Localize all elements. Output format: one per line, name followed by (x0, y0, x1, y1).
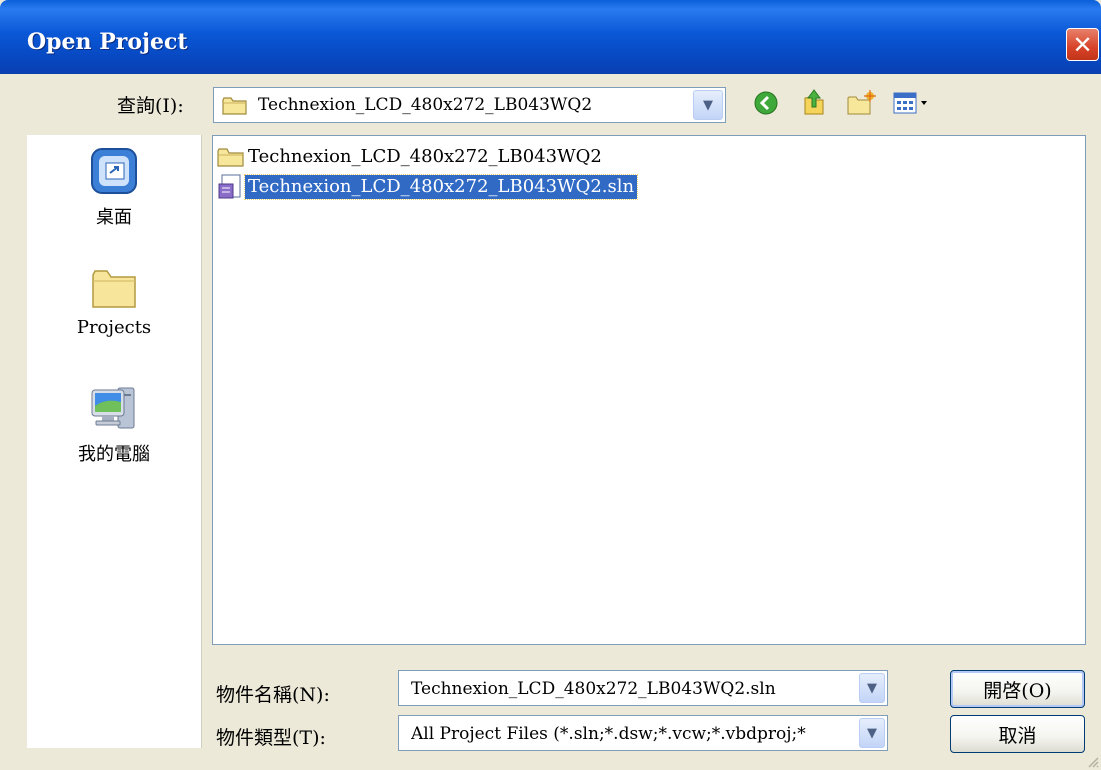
solution-file-icon (218, 174, 241, 199)
new-folder-icon[interactable] (846, 90, 876, 116)
file-type-dropdown[interactable]: All Project Files (*.sln;*.dsw;*.vcw;*.v… (398, 715, 888, 751)
back-icon[interactable] (754, 91, 778, 115)
place-desktop[interactable]: 桌面 (27, 145, 201, 229)
desktop-icon (91, 148, 137, 194)
file-name-label: 物件名稱(N): (216, 684, 330, 706)
file-name: Technexion_LCD_480x272_LB043WQ2 (248, 146, 602, 167)
open-button[interactable]: 開啓(O) (950, 670, 1085, 708)
chevron-down-icon: ▼ (867, 680, 877, 696)
place-projects[interactable]: Projects (27, 267, 201, 338)
file-type-label: 物件類型(T): (216, 727, 326, 749)
file-type-dropdown-arrow[interactable]: ▼ (859, 718, 885, 748)
place-label-desktop: 桌面 (96, 207, 132, 228)
folder-icon (217, 148, 244, 167)
file-name-value: Technexion_LCD_480x272_LB043WQ2.sln (411, 679, 776, 699)
look-in-value: Technexion_LCD_480x272_LB043WQ2 (258, 95, 593, 115)
file-name: Technexion_LCD_480x272_LB043WQ2.sln (243, 174, 639, 200)
close-button[interactable]: ✕ (1066, 28, 1099, 61)
cancel-button[interactable]: 取消 (950, 715, 1085, 753)
my-computer-icon (91, 387, 135, 429)
title-bar[interactable]: Open Project ✕ (0, 0, 1101, 74)
look-in-dropdown[interactable]: Technexion_LCD_480x272_LB043WQ2 ▼ (213, 87, 726, 123)
folder-icon (92, 270, 136, 308)
chevron-down-icon: ▼ (867, 725, 877, 741)
look-in-label: 查詢(I): (117, 95, 184, 117)
chevron-down-icon: ▼ (703, 97, 713, 113)
list-item-selected[interactable]: Technexion_LCD_480x272_LB043WQ2.sln (217, 174, 639, 200)
resize-grip[interactable] (1087, 756, 1099, 768)
place-label-projects: Projects (76, 317, 152, 338)
list-item[interactable]: Technexion_LCD_480x272_LB043WQ2 (217, 144, 605, 170)
dialog-title: Open Project (27, 29, 188, 55)
file-list[interactable]: Technexion_LCD_480x272_LB043WQ2 Technexi… (212, 135, 1086, 645)
places-bar: 桌面 Projects 我的電腦 (27, 135, 202, 748)
place-my-computer[interactable]: 我的電腦 (27, 382, 201, 466)
look-in-dropdown-arrow[interactable]: ▼ (693, 90, 723, 120)
place-label-my-computer: 我的電腦 (78, 444, 150, 465)
file-name-dropdown-arrow[interactable]: ▼ (859, 673, 885, 703)
file-name-input[interactable]: Technexion_LCD_480x272_LB043WQ2.sln ▼ (398, 670, 888, 706)
folder-icon (222, 97, 247, 115)
up-folder-icon[interactable] (801, 88, 827, 116)
views-menu-icon[interactable] (893, 92, 931, 114)
file-type-value: All Project Files (*.sln;*.dsw;*.vcw;*.v… (411, 724, 806, 744)
open-project-dialog: Open Project ✕ 查詢(I): Technexion_LCD_480… (0, 0, 1101, 770)
close-icon: ✕ (1072, 30, 1093, 59)
